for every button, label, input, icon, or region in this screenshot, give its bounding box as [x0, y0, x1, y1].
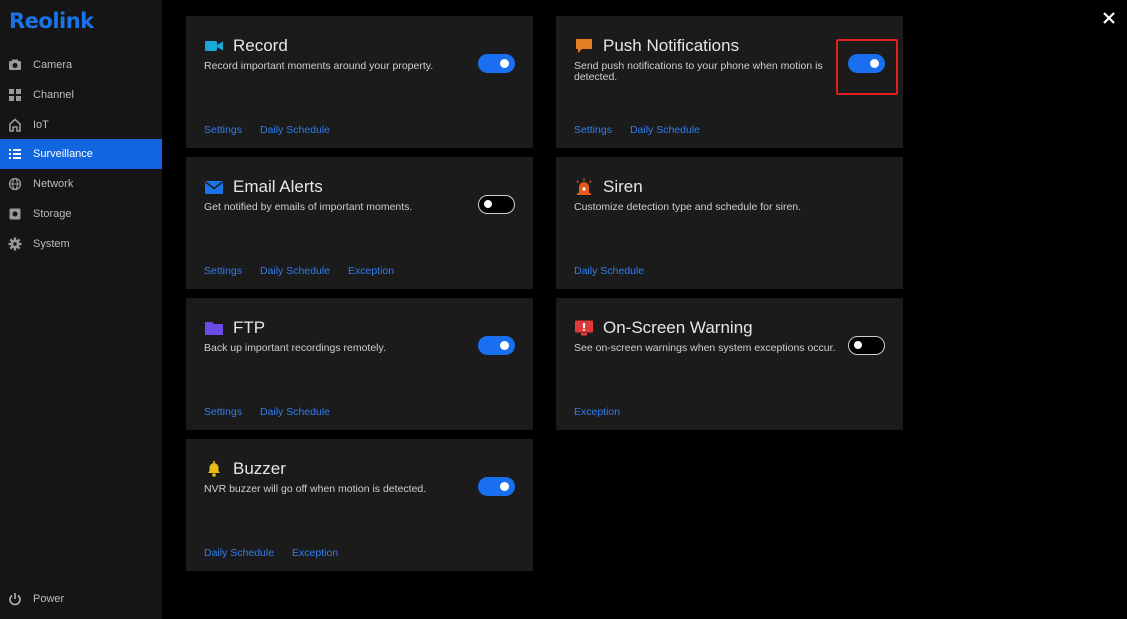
sidebar-item-label: Network [33, 178, 74, 190]
sidebar-item-label: Camera [33, 59, 73, 71]
sidebar-item-iot[interactable]: IoT [0, 110, 162, 140]
highlight-box [836, 39, 898, 95]
power-label: Power [33, 593, 65, 605]
close-icon [1103, 12, 1115, 24]
chat-bubble-icon [574, 37, 594, 55]
sidebar-item-label: Surveillance [33, 148, 93, 160]
card-description: Send push notifications to your phone wh… [574, 60, 823, 83]
card-title: Siren [603, 177, 643, 196]
sidebar-item-channel[interactable]: Channel [0, 80, 162, 110]
on-screen-warning-toggle[interactable] [848, 336, 885, 355]
card-title: Push Notifications [603, 36, 740, 55]
power-icon [8, 592, 22, 606]
card-ftp: FTP Back up important recordings remotel… [186, 298, 533, 430]
exception-link[interactable]: Exception [292, 547, 338, 559]
envelope-icon [204, 178, 224, 196]
sidebar: Reolink Camera Channel IoT Surveillance … [0, 0, 162, 619]
sidebar-item-storage[interactable]: Storage [0, 199, 162, 229]
camera-icon [8, 58, 22, 72]
card-record: Record Record important moments around y… [186, 16, 533, 148]
buzzer-toggle[interactable] [478, 477, 515, 496]
card-description: NVR buzzer will go off when motion is de… [204, 483, 427, 495]
card-title: Email Alerts [233, 177, 323, 196]
sidebar-item-camera[interactable]: Camera [0, 50, 162, 80]
card-description: Record important moments around your pro… [204, 60, 434, 72]
sidebar-item-surveillance[interactable]: Surveillance [0, 139, 162, 169]
home-icon [8, 118, 22, 132]
record-toggle[interactable] [478, 54, 515, 73]
siren-icon [574, 178, 594, 196]
card-siren: Siren Customize detection type and sched… [556, 157, 903, 289]
card-description: Get notified by emails of important mome… [204, 201, 413, 213]
daily-schedule-link[interactable]: Daily Schedule [204, 547, 274, 559]
settings-link[interactable]: Settings [204, 124, 242, 136]
reolink-logo: Reolink [9, 9, 94, 33]
settings-link[interactable]: Settings [204, 265, 242, 277]
card-email-alerts: Email Alerts Get notified by emails of i… [186, 157, 533, 289]
card-buzzer: Buzzer NVR buzzer will go off when motio… [186, 439, 533, 571]
daily-schedule-link[interactable]: Daily Schedule [260, 406, 330, 418]
monitor-warning-icon [574, 319, 594, 337]
daily-schedule-link[interactable]: Daily Schedule [260, 124, 330, 136]
close-button[interactable] [1099, 8, 1119, 28]
sidebar-item-label: IoT [33, 119, 49, 131]
card-title: Buzzer [233, 459, 286, 478]
card-title: FTP [233, 318, 266, 337]
sidebar-item-label: Storage [33, 208, 72, 220]
email-alerts-toggle[interactable] [478, 195, 515, 214]
settings-link[interactable]: Settings [204, 406, 242, 418]
globe-icon [8, 177, 22, 191]
power-button[interactable]: Power [0, 584, 162, 614]
sidebar-item-system[interactable]: System [0, 229, 162, 259]
list-icon [8, 147, 22, 161]
daily-schedule-link[interactable]: Daily Schedule [260, 265, 330, 277]
gear-icon [8, 237, 22, 251]
ftp-toggle[interactable] [478, 336, 515, 355]
card-on-screen-warning: On-Screen Warning See on-screen warnings… [556, 298, 903, 430]
sidebar-item-label: System [33, 238, 70, 250]
hard-drive-icon [8, 207, 22, 221]
daily-schedule-link[interactable]: Daily Schedule [574, 265, 644, 277]
card-description: Customize detection type and schedule fo… [574, 201, 802, 213]
grid-icon [8, 88, 22, 102]
video-camera-icon [204, 37, 224, 55]
card-title: Record [233, 36, 288, 55]
bell-icon [204, 460, 224, 478]
folder-icon [204, 319, 224, 337]
card-description: See on-screen warnings when system excep… [574, 342, 836, 354]
exception-link[interactable]: Exception [574, 406, 620, 418]
settings-link[interactable]: Settings [574, 124, 612, 136]
sidebar-item-network[interactable]: Network [0, 169, 162, 199]
sidebar-item-label: Channel [33, 89, 74, 101]
card-title: On-Screen Warning [603, 318, 753, 337]
exception-link[interactable]: Exception [348, 265, 394, 277]
card-description: Back up important recordings remotely. [204, 342, 386, 354]
daily-schedule-link[interactable]: Daily Schedule [630, 124, 700, 136]
